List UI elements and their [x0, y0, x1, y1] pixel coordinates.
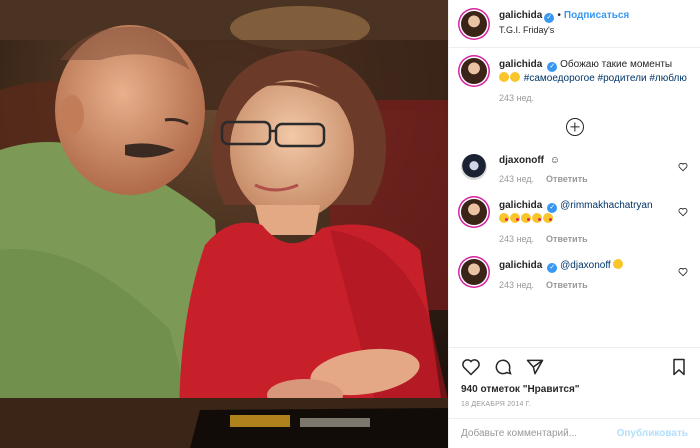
comment-age[interactable]: 243 нед. [499, 280, 534, 290]
mention-link[interactable]: @djaxonoff [560, 260, 611, 271]
verified-badge-icon: ✓ [547, 262, 558, 273]
comment-meta: 243 нед. Ответить [499, 173, 688, 185]
comment-body: galichida ✓ @rimmakhachatryan 243 нед. Отв… [499, 199, 688, 245]
post-date[interactable]: 18 ДЕКАБРЯ 2014 Г. [461, 401, 688, 408]
post-header: galichida ✓ • Подписаться T.G.I. Friday's [449, 0, 700, 48]
verified-badge-icon: ✓ [544, 13, 555, 24]
caption-age[interactable]: 243 нед. [499, 93, 534, 103]
reply-button[interactable]: Ответить [546, 234, 588, 244]
location-link[interactable]: T.G.I. Friday's [499, 25, 629, 36]
likes-count[interactable]: 940 отметок "Нравится" [461, 384, 688, 395]
kiss-emoji-icon [532, 213, 542, 224]
comment-item: galichida ✓ @rimmakhachatryan 243 нед. Отв… [461, 199, 688, 245]
post-actions: 940 отметок "Нравится" 18 ДЕКАБРЯ 2014 Г… [449, 347, 700, 408]
avatar[interactable] [461, 199, 487, 226]
avatar[interactable] [461, 258, 487, 285]
kiss-emoji-icon [521, 213, 531, 224]
kiss-emoji-icon [543, 213, 553, 224]
author-username[interactable]: galichida [499, 10, 542, 21]
caption-username[interactable]: galichida [499, 59, 542, 70]
hashtags[interactable]: #самоедорогое #родители #люблю [524, 73, 687, 84]
heart-icon[interactable] [678, 162, 688, 172]
comment-username[interactable]: djaxonoff [499, 155, 544, 166]
separator-dot: • [557, 10, 561, 22]
comment-body: galichida ✓ @djaxonoff 243 нед. Ответить [499, 258, 688, 291]
verified-badge-icon: ✓ [547, 203, 558, 214]
verified-badge-icon: ✓ [547, 62, 558, 72]
kiss-emoji-icon [510, 213, 520, 224]
avatar[interactable] [461, 153, 487, 180]
comment-age[interactable]: 243 нед. [499, 234, 534, 244]
smile-emoji-icon [613, 258, 624, 269]
comment-icon[interactable] [493, 357, 513, 377]
add-comment-bar: Опубликовать [449, 418, 700, 448]
share-icon[interactable] [525, 357, 545, 377]
comment-item: galichida ✓ @djaxonoff 243 нед. Ответить [461, 258, 688, 291]
post-dialog: galichida ✓ • Подписаться T.G.I. Friday's g… [0, 0, 700, 448]
caption-body: galichida ✓ Обожаю такие моменты #самоедо… [499, 58, 688, 104]
avatar[interactable] [461, 10, 487, 37]
comment-input[interactable] [461, 428, 617, 439]
post-sidebar: galichida ✓ • Подписаться T.G.I. Friday's g… [448, 0, 700, 448]
mention-link[interactable]: @rimmakhachatryan [560, 200, 652, 211]
caption: galichida ✓ Обожаю такие моменты #самоедо… [461, 58, 688, 104]
comment-body: djaxonoff ☺ 243 нед. Ответить [499, 154, 688, 186]
comment-username[interactable]: galichida [499, 260, 542, 271]
reply-button[interactable]: Ответить [546, 280, 588, 290]
caption-meta: 243 нед. [499, 92, 688, 104]
avatar[interactable] [461, 58, 487, 84]
plus-circle-icon[interactable] [565, 117, 584, 136]
comment-meta: 243 нед. Ответить [499, 279, 688, 291]
post-photo[interactable] [0, 0, 448, 448]
comment-text: ☺ [549, 154, 560, 166]
comment-age[interactable]: 243 нед. [499, 174, 534, 184]
heart-icon[interactable] [461, 357, 481, 377]
smile-emoji-icon [499, 72, 509, 82]
action-icons [461, 354, 688, 380]
photo-image [0, 0, 448, 448]
smile-emoji-icon [510, 72, 520, 82]
heart-icon[interactable] [678, 267, 688, 277]
publish-button[interactable]: Опубликовать [617, 428, 688, 439]
header-info: galichida ✓ • Подписаться T.G.I. Friday's [499, 10, 629, 36]
comment-username[interactable]: galichida [499, 200, 542, 211]
reply-button[interactable]: Ответить [546, 174, 588, 184]
load-more-comments [461, 117, 688, 136]
bookmark-icon[interactable] [670, 357, 688, 377]
heart-icon[interactable] [678, 207, 688, 217]
kiss-emoji-icon [499, 213, 509, 224]
follow-button[interactable]: Подписаться [564, 10, 629, 21]
comments-list: galichida ✓ Обожаю такие моменты #самоедо… [449, 48, 700, 347]
comment-meta: 243 нед. Ответить [499, 233, 688, 245]
comment-item: djaxonoff ☺ 243 нед. Ответить [461, 153, 688, 186]
caption-text: Обожаю такие моменты [560, 59, 673, 70]
